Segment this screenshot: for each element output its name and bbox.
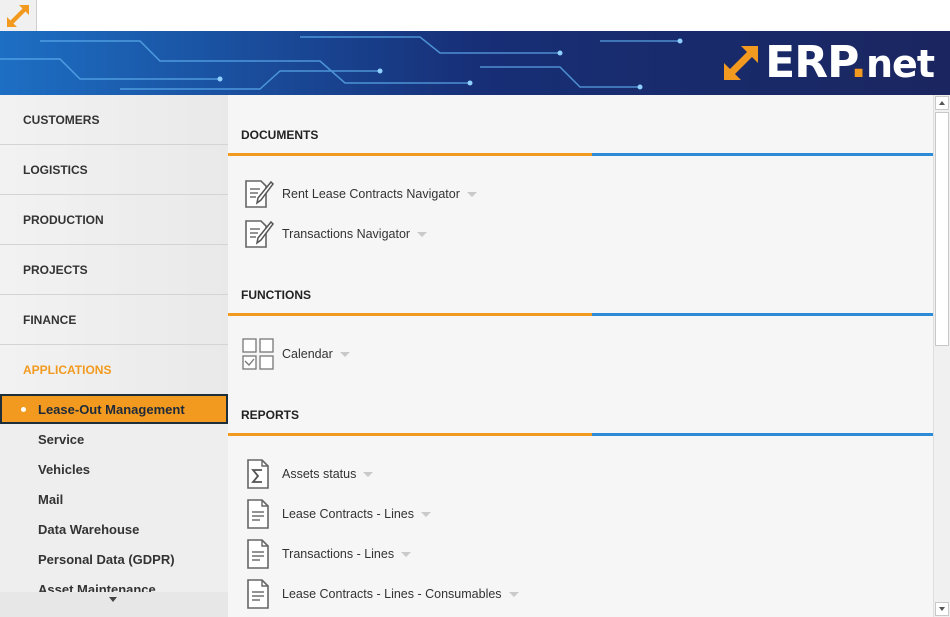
sidebar-category-production[interactable]: PRODUCTION <box>0 195 228 245</box>
item-label: Transactions Navigator <box>282 227 411 241</box>
sidebar-item-service[interactable]: Service <box>0 424 228 454</box>
item-calendar[interactable]: Calendar <box>241 337 350 371</box>
sidebar-category-projects[interactable]: PROJECTS <box>0 245 228 295</box>
section-title-functions: FUNCTIONS <box>241 288 311 302</box>
scroll-up-button[interactable] <box>935 96 949 110</box>
document-edit-icon <box>241 217 275 251</box>
sidebar-scroll-down[interactable] <box>0 592 228 617</box>
sidebar: CUSTOMERS LOGISTICS PRODUCTION PROJECTS … <box>0 95 228 617</box>
sum-report-icon <box>241 457 275 491</box>
erp-logo-arrows-icon <box>724 46 759 80</box>
bullet-icon <box>21 407 26 412</box>
main-scrollbar[interactable] <box>933 95 950 617</box>
erp-logo: ERP.net <box>721 40 935 86</box>
sidebar-item-mail[interactable]: Mail <box>0 484 228 514</box>
caret-down-icon[interactable] <box>466 191 477 197</box>
item-rent-lease-contracts-navigator[interactable]: Rent Lease Contracts Navigator <box>241 177 477 211</box>
logo-net: net <box>866 41 935 86</box>
caret-down-icon[interactable] <box>417 231 428 237</box>
report-document-icon <box>241 577 275 611</box>
main-panel: DOCUMENTS Rent Lease Contracts Navigator… <box>228 95 933 617</box>
document-edit-icon <box>241 177 275 211</box>
item-transactions-navigator[interactable]: Transactions Navigator <box>241 217 428 251</box>
scroll-thumb[interactable] <box>935 112 949 346</box>
section-divider <box>228 153 933 156</box>
caret-down-icon[interactable] <box>508 591 519 597</box>
logo-dot: . <box>850 36 867 88</box>
sidebar-item-lease-out-management[interactable]: Lease-Out Management <box>0 394 228 424</box>
item-lease-contracts-lines[interactable]: Lease Contracts - Lines <box>241 497 432 531</box>
item-lease-contracts-lines-consumables[interactable]: Lease Contracts - Lines - Consumables <box>241 577 519 611</box>
chevron-down-icon <box>109 597 117 602</box>
report-document-icon <box>241 497 275 531</box>
sidebar-category-applications[interactable]: APPLICATIONS <box>0 345 228 394</box>
caret-down-icon[interactable] <box>401 551 412 557</box>
logo-erp: ERP <box>765 36 851 88</box>
caret-down-icon[interactable] <box>363 471 374 477</box>
section-title-documents: DOCUMENTS <box>241 128 319 142</box>
scroll-down-button[interactable] <box>935 602 949 616</box>
item-label: Assets status <box>282 467 357 481</box>
calendar-grid-icon <box>241 337 275 371</box>
item-transactions-lines[interactable]: Transactions - Lines <box>241 537 412 571</box>
sidebar-category-finance[interactable]: FINANCE <box>0 295 228 345</box>
item-label: Calendar <box>282 347 333 361</box>
header-banner: ERP.net <box>0 31 950 95</box>
top-toolbar <box>0 0 950 32</box>
section-title-reports: REPORTS <box>241 408 300 422</box>
sidebar-category-logistics[interactable]: LOGISTICS <box>0 145 228 195</box>
caret-down-icon[interactable] <box>421 511 432 517</box>
caret-down-icon[interactable] <box>339 351 350 357</box>
item-assets-status[interactable]: Assets status <box>241 457 374 491</box>
applications-list: Lease-Out Management Service Vehicles Ma… <box>0 394 228 604</box>
sidebar-item-personal-data[interactable]: Personal Data (GDPR) <box>0 544 228 574</box>
report-document-icon <box>241 537 275 571</box>
expand-arrows-icon[interactable] <box>0 0 37 31</box>
item-label: Rent Lease Contracts Navigator <box>282 187 460 201</box>
item-label: Transactions - Lines <box>282 547 395 561</box>
item-label: Lease Contracts - Lines - Consumables <box>282 587 502 601</box>
item-label: Lease Contracts - Lines <box>282 507 415 521</box>
sidebar-category-customers[interactable]: CUSTOMERS <box>0 95 228 145</box>
section-divider <box>228 313 933 316</box>
section-divider <box>228 433 933 436</box>
arrow-up-icon <box>939 101 945 105</box>
sidebar-item-vehicles[interactable]: Vehicles <box>0 454 228 484</box>
sidebar-item-data-warehouse[interactable]: Data Warehouse <box>0 514 228 544</box>
arrow-down-icon <box>939 607 945 611</box>
